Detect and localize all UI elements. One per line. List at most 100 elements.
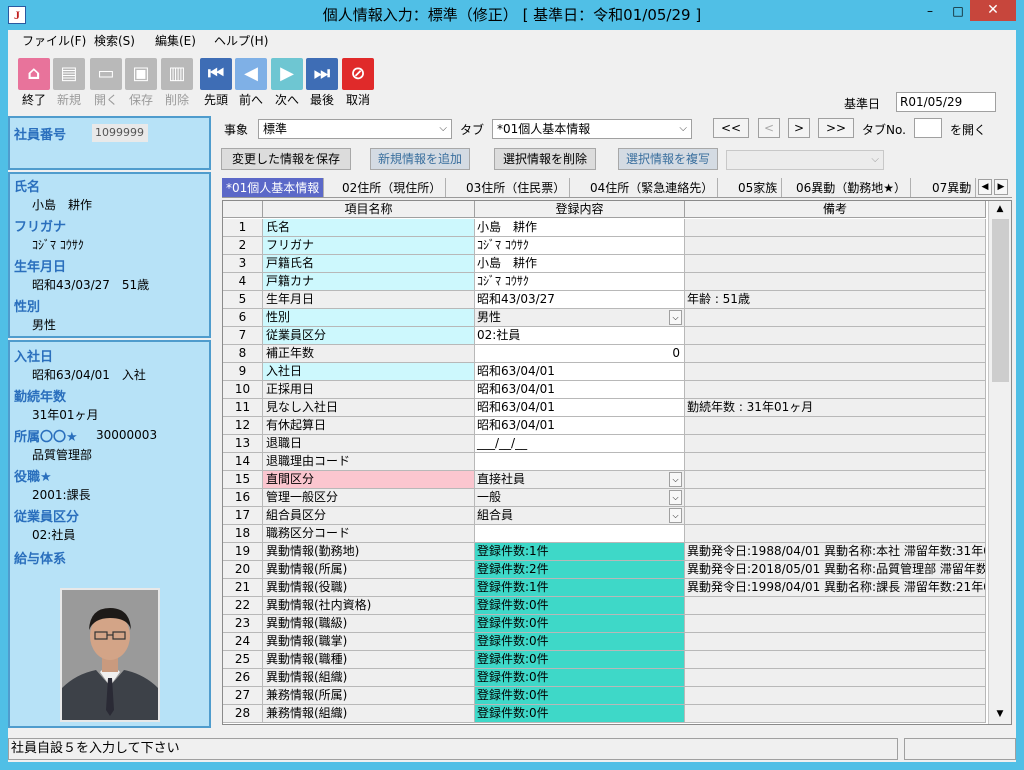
value-cell[interactable]: ｺｼﾞﾏ ｺｳｻｸ [475, 273, 685, 291]
value-cell[interactable]: 登録件数:1件 [475, 543, 685, 561]
value-cell[interactable]: 登録件数:0件 [475, 615, 685, 633]
copy-target-select[interactable]: ⌵ [726, 150, 884, 170]
toolbar-button-1[interactable]: ▤ 新規 [51, 58, 87, 107]
value-cell[interactable]: 昭和43/03/27 [475, 291, 685, 309]
delete-selected-button[interactable]: 選択情報を削除 [494, 148, 596, 170]
value-cell[interactable]: 昭和63/04/01 [475, 363, 685, 381]
chevron-down-icon[interactable]: ⌵ [669, 310, 682, 325]
value-cell[interactable]: 0 [475, 345, 685, 363]
tab-no-input[interactable] [914, 118, 942, 138]
tab-first-button[interactable]: << [713, 118, 749, 138]
table-row[interactable]: 21 異動情報(役職) 登録件数:1件 異動発令日:1998/04/01 異動名称:課… [223, 579, 986, 597]
value-cell[interactable]: 小島 耕作 [475, 219, 685, 237]
copy-selected-button[interactable]: 選択情報を複写 [618, 148, 718, 170]
base-date-input[interactable]: R01/05/29 [896, 92, 996, 112]
table-row[interactable]: 26 異動情報(組織) 登録件数:0件 [223, 669, 986, 687]
value-cell[interactable]: 登録件数:2件 [475, 561, 685, 579]
close-button[interactable]: ✕ [970, 0, 1016, 21]
table-row[interactable]: 2 フリガナ ｺｼﾞﾏ ｺｳｻｸ [223, 237, 986, 255]
value-cell[interactable]: 昭和63/04/01 [475, 381, 685, 399]
table-row[interactable]: 12 有休起算日 昭和63/04/01 [223, 417, 986, 435]
value-cell[interactable] [475, 525, 685, 543]
table-row[interactable]: 18 職務区分コード [223, 525, 986, 543]
value-cell[interactable]: 登録件数:0件 [475, 633, 685, 651]
chevron-down-icon[interactable]: ⌵ [669, 490, 682, 505]
save-changes-button[interactable]: 変更した情報を保存 [221, 148, 351, 170]
tab-personal-basic[interactable]: *01個人基本情報 [222, 178, 325, 197]
table-row[interactable]: 14 退職理由コード [223, 453, 986, 471]
value-cell[interactable] [475, 453, 685, 471]
table-row[interactable]: 3 戸籍氏名 小島 耕作 [223, 255, 986, 273]
table-row[interactable]: 1 氏名 小島 耕作 [223, 219, 986, 237]
table-row[interactable]: 9 入社日 昭和63/04/01 [223, 363, 986, 381]
tab-address-resident[interactable]: 03住所（住民票） [462, 178, 571, 197]
tab-last-button[interactable]: >> [818, 118, 854, 138]
toolbar-button-4[interactable]: ▥ 削除 [159, 58, 195, 107]
value-cell[interactable]: 一般 ⌵ [475, 489, 685, 507]
menu-edit[interactable]: 編集(E) [155, 30, 196, 52]
table-row[interactable]: 16 管理一般区分 一般 ⌵ [223, 489, 986, 507]
toolbar-button-9[interactable]: ⊘ 取消 [340, 58, 376, 107]
add-new-button[interactable]: 新規情報を追加 [370, 148, 470, 170]
value-cell[interactable]: ｺｼﾞﾏ ｺｳｻｸ [475, 237, 685, 255]
chevron-down-icon[interactable]: ⌵ [669, 508, 682, 523]
value-cell[interactable]: 登録件数:0件 [475, 651, 685, 669]
table-row[interactable]: 24 異動情報(職掌) 登録件数:0件 [223, 633, 986, 651]
table-row[interactable]: 13 退職日 ___/__/__ [223, 435, 986, 453]
menu-help[interactable]: ヘルプ(H) [214, 30, 268, 52]
table-row[interactable]: 15 直間区分 直接社員 ⌵ [223, 471, 986, 489]
menu-file[interactable]: ファイル(F) [22, 30, 86, 52]
tab-transfer[interactable]: 07異動 [928, 178, 977, 197]
toolbar-button-3[interactable]: ▣ 保存 [123, 58, 159, 107]
table-row[interactable]: 25 異動情報(職種) 登録件数:0件 [223, 651, 986, 669]
table-row[interactable]: 17 組合員区分 組合員 ⌵ [223, 507, 986, 525]
value-cell[interactable]: 登録件数:0件 [475, 597, 685, 615]
table-row[interactable]: 8 補正年数 0 [223, 345, 986, 363]
minimize-button[interactable]: – [916, 1, 944, 21]
employee-number-field[interactable]: 1099999 [92, 124, 148, 142]
event-select[interactable]: 標準 ⌵ [258, 119, 452, 139]
value-cell[interactable]: 小島 耕作 [475, 255, 685, 273]
table-row[interactable]: 28 兼務情報(組織) 登録件数:0件 [223, 705, 986, 723]
table-row[interactable]: 11 見なし入社日 昭和63/04/01 勤続年数 : 31年01ヶ月 [223, 399, 986, 417]
value-cell[interactable]: ___/__/__ [475, 435, 685, 453]
table-row[interactable]: 6 性別 男性 ⌵ [223, 309, 986, 327]
vertical-scrollbar[interactable]: ▲ ▼ [988, 201, 1011, 724]
value-cell[interactable]: 登録件数:0件 [475, 705, 685, 723]
table-row[interactable]: 23 異動情報(職級) 登録件数:0件 [223, 615, 986, 633]
tab-prev-button[interactable]: < [758, 118, 780, 138]
table-row[interactable]: 5 生年月日 昭和43/03/27 年齢 : 51歳 [223, 291, 986, 309]
scrollbar-thumb[interactable] [992, 219, 1009, 382]
table-row[interactable]: 27 兼務情報(所属) 登録件数:0件 [223, 687, 986, 705]
tab-scroll-right-icon[interactable]: ▶ [994, 179, 1008, 195]
value-cell[interactable]: 直接社員 ⌵ [475, 471, 685, 489]
tab-family[interactable]: 05家族 [734, 178, 783, 197]
tab-next-button[interactable]: > [788, 118, 810, 138]
value-cell[interactable]: 昭和63/04/01 [475, 417, 685, 435]
value-cell[interactable]: 登録件数:0件 [475, 669, 685, 687]
maximize-button[interactable]: □ [944, 1, 972, 21]
value-cell[interactable]: 登録件数:1件 [475, 579, 685, 597]
value-cell[interactable]: 男性 ⌵ [475, 309, 685, 327]
value-cell[interactable]: 組合員 ⌵ [475, 507, 685, 525]
tab-address-emergency[interactable]: 04住所（緊急連絡先） [586, 178, 719, 197]
tab-scroll-left-icon[interactable]: ◀ [978, 179, 992, 195]
toolbar-button-8[interactable]: ⏭ 最後 [304, 58, 340, 107]
value-cell[interactable]: 昭和63/04/01 [475, 399, 685, 417]
table-row[interactable]: 22 異動情報(社内資格) 登録件数:0件 [223, 597, 986, 615]
value-cell[interactable]: 02:社員 [475, 327, 685, 345]
tab-address-current[interactable]: 02住所（現住所） [338, 178, 447, 197]
table-row[interactable]: 4 戸籍カナ ｺｼﾞﾏ ｺｳｻｸ [223, 273, 986, 291]
toolbar-button-6[interactable]: ◀ 前へ [233, 58, 269, 107]
scroll-down-icon[interactable]: ▼ [989, 706, 1011, 723]
scroll-up-icon[interactable]: ▲ [989, 201, 1011, 218]
table-row[interactable]: 19 異動情報(勤務地) 登録件数:1件 異動発令日:1988/04/01 異動名称:… [223, 543, 986, 561]
menu-search[interactable]: 検索(S) [94, 30, 135, 52]
tab-select[interactable]: *01個人基本情報 ⌵ [492, 119, 692, 139]
table-row[interactable]: 10 正採用日 昭和63/04/01 [223, 381, 986, 399]
table-row[interactable]: 20 異動情報(所属) 登録件数:2件 異動発令日:2018/05/01 異動名称:品… [223, 561, 986, 579]
table-row[interactable]: 7 従業員区分 02:社員 [223, 327, 986, 345]
value-cell[interactable]: 登録件数:0件 [475, 687, 685, 705]
chevron-down-icon[interactable]: ⌵ [669, 472, 682, 487]
tab-transfer-location[interactable]: 06異動（勤務地★） [792, 178, 912, 197]
